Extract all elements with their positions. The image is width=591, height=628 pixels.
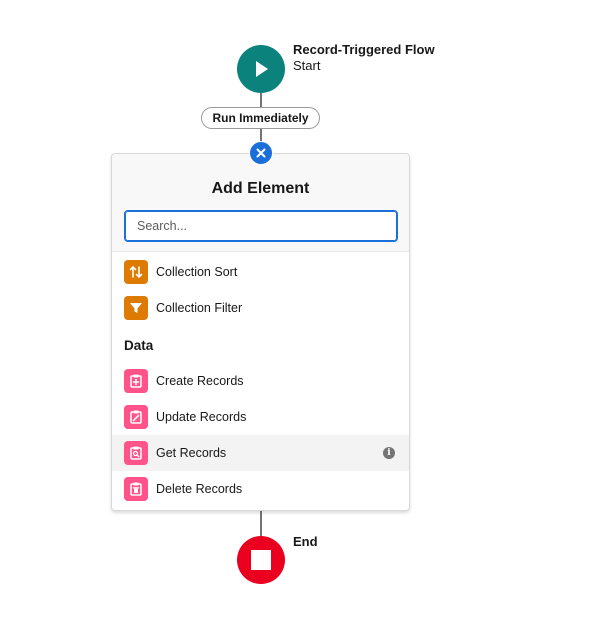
filter-icon [124,296,148,320]
play-icon [256,61,268,77]
panel-header: Add Element [112,154,409,252]
list-item-delete-records[interactable]: Delete Records [112,471,409,507]
connector-line [260,510,262,537]
record-update-icon [124,405,148,429]
sort-icon [124,260,148,284]
list-item-create-records[interactable]: Create Records [112,363,409,399]
section-heading-data: Data [124,338,154,353]
list-item-label: Get Records [156,446,227,460]
start-subtitle: Start [293,58,321,73]
record-create-icon [124,369,148,393]
stop-icon [251,550,271,570]
search-input[interactable] [124,210,398,242]
start-node[interactable] [237,45,285,93]
panel-title: Add Element [211,180,310,197]
end-label: End [293,534,318,549]
list-item-label: Collection Filter [156,301,243,315]
close-icon [256,148,266,158]
record-delete-icon [124,477,148,501]
start-title: Record-Triggered Flow [293,42,435,57]
info-icon[interactable]: i [383,447,395,459]
end-node[interactable] [237,536,285,584]
run-immediately-path-label[interactable]: Run Immediately [201,107,320,129]
list-item-label: Create Records [156,374,244,388]
list-item-label: Update Records [156,410,247,424]
list-item-label: Collection Sort [156,265,238,279]
close-button[interactable] [249,141,273,165]
add-element-panel: Add Element Collection Sort Collection F… [111,153,410,511]
list-item-collection-sort[interactable]: Collection Sort [112,254,409,290]
list-item-label: Delete Records [156,482,243,496]
list-item-collection-filter[interactable]: Collection Filter [112,290,409,326]
list-item-get-records[interactable]: Get Records i [112,435,409,471]
record-lookup-icon [124,441,148,465]
list-item-update-records[interactable]: Update Records [112,399,409,435]
connector-line [260,93,262,107]
flow-canvas: Record-Triggered Flow Start Run Immediat… [0,0,591,628]
